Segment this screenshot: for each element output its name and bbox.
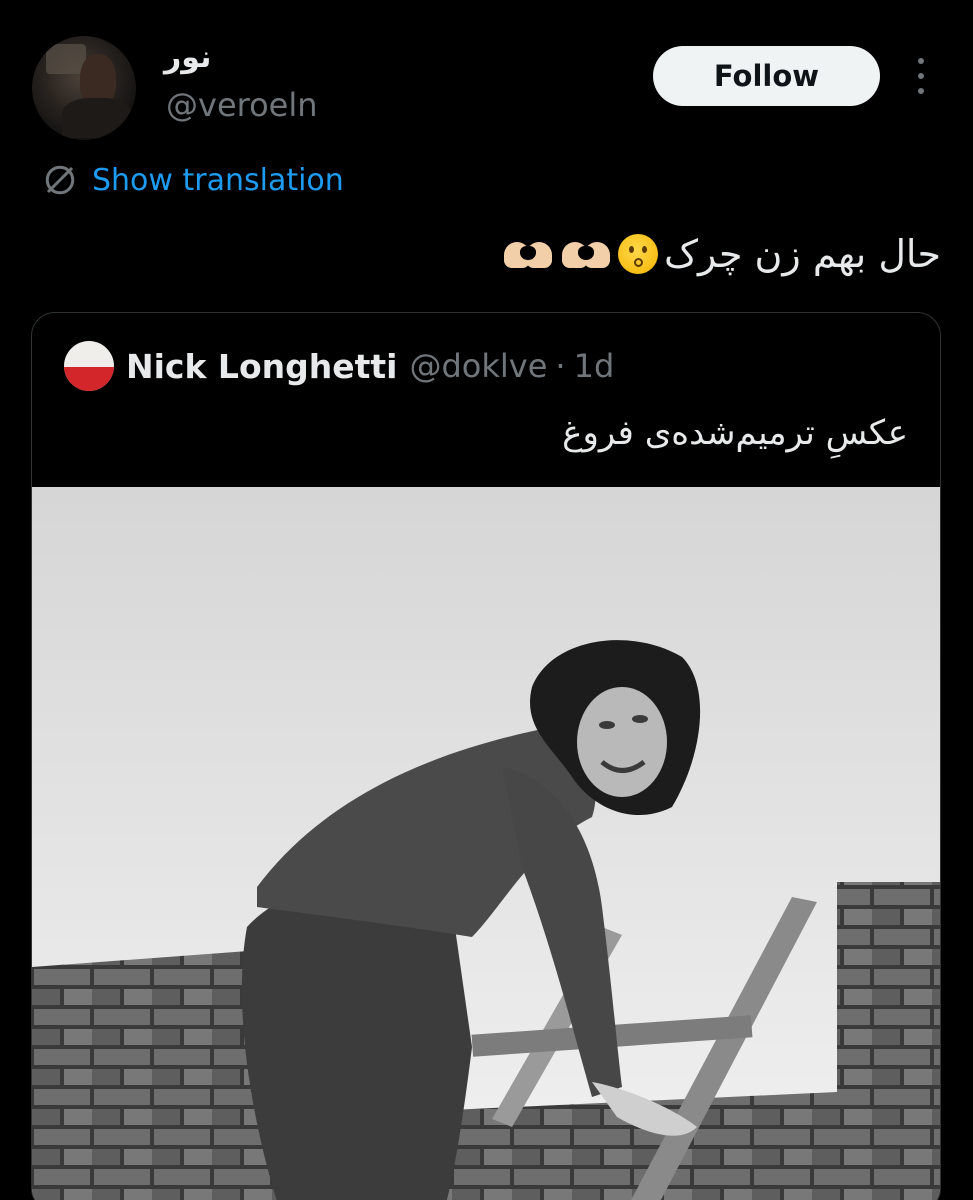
tweet-text-body: حال بهم زن چرک bbox=[663, 232, 941, 276]
quoted-tweet-header: Nick Longhetti @doklve · 1d bbox=[64, 341, 614, 391]
quoted-tweet-time[interactable]: 1d bbox=[574, 347, 615, 385]
tweet-text: حال بهم زن چرک bbox=[502, 232, 941, 276]
show-translation-label: Show translation bbox=[92, 162, 344, 198]
tweet-page: نور @veroeln Follow Show translation حال… bbox=[0, 0, 973, 1200]
heart-hands-emoji bbox=[502, 236, 554, 272]
author-avatar[interactable] bbox=[32, 36, 136, 140]
more-vertical-icon[interactable] bbox=[906, 58, 936, 94]
quoted-author-avatar[interactable] bbox=[64, 341, 114, 391]
quoted-tweet[interactable]: Nick Longhetti @doklve · 1d عکسِ ترمیم‌ش… bbox=[31, 312, 941, 1200]
dot bbox=[918, 58, 924, 64]
kissing-face-emoji bbox=[617, 234, 658, 274]
follow-button[interactable]: Follow bbox=[653, 46, 880, 106]
photo-image bbox=[32, 487, 940, 1200]
heart-hands-emoji bbox=[560, 236, 612, 272]
dot bbox=[918, 73, 924, 79]
separator-dot: · bbox=[555, 347, 566, 385]
quoted-tweet-text: عکسِ ترمیم‌شده‌ی فروغ bbox=[562, 413, 908, 453]
avatar-detail bbox=[62, 98, 132, 138]
quoted-author-handle[interactable]: @doklve bbox=[409, 347, 547, 385]
quoted-author-name[interactable]: Nick Longhetti bbox=[126, 347, 397, 386]
author-handle[interactable]: @veroeln bbox=[166, 86, 318, 124]
dot bbox=[918, 88, 924, 94]
show-translation-button[interactable]: Show translation bbox=[42, 162, 344, 198]
quoted-tweet-photo[interactable] bbox=[32, 487, 940, 1200]
translate-globe-icon bbox=[45, 165, 75, 195]
author-display-name[interactable]: نور bbox=[164, 40, 211, 75]
